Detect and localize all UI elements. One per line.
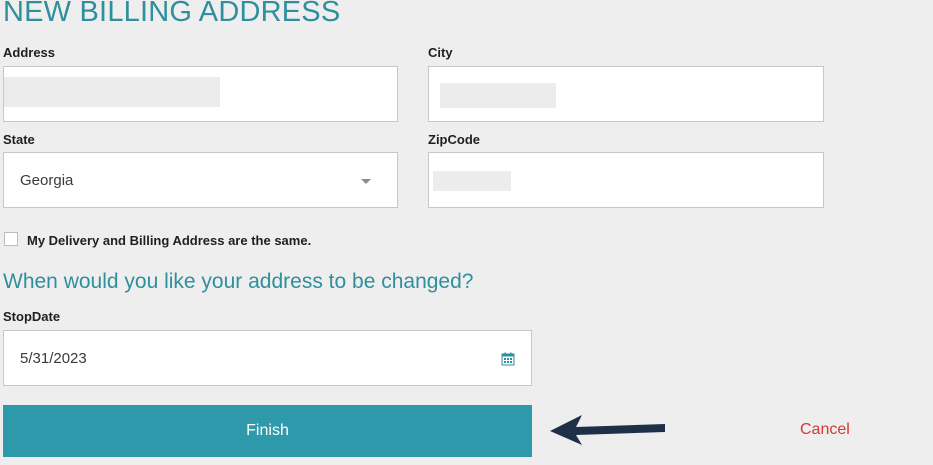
city-label: City (428, 45, 453, 60)
stopdate-input[interactable]: 5/31/2023 (3, 330, 532, 386)
stopdate-label: StopDate (3, 309, 61, 324)
redacted-city-value (440, 83, 556, 108)
state-selected-value: Georgia (20, 172, 74, 189)
address-input[interactable] (3, 66, 398, 122)
redacted-address-value (4, 77, 220, 107)
page-title: NEW BILLING ADDRESS (3, 0, 341, 28)
calendar-icon[interactable] (501, 352, 515, 366)
cancel-link[interactable]: Cancel (800, 421, 850, 439)
address-label: Address (3, 45, 56, 60)
zipcode-input[interactable] (428, 152, 824, 208)
arrow-left-icon (550, 415, 665, 445)
state-select[interactable]: Georgia (3, 152, 398, 208)
same-address-checkbox[interactable] (4, 232, 18, 246)
city-input[interactable] (428, 66, 824, 122)
same-address-label[interactable]: My Delivery and Billing Address are the … (27, 233, 311, 248)
chevron-down-icon[interactable] (361, 179, 371, 184)
state-label: State (3, 132, 35, 147)
redacted-zipcode-value (433, 171, 511, 191)
change-date-heading: When would you like your address to be c… (3, 270, 474, 293)
finish-button[interactable]: Finish (3, 405, 532, 457)
zipcode-label: ZipCode (428, 132, 480, 147)
stopdate-value: 5/31/2023 (20, 350, 87, 367)
